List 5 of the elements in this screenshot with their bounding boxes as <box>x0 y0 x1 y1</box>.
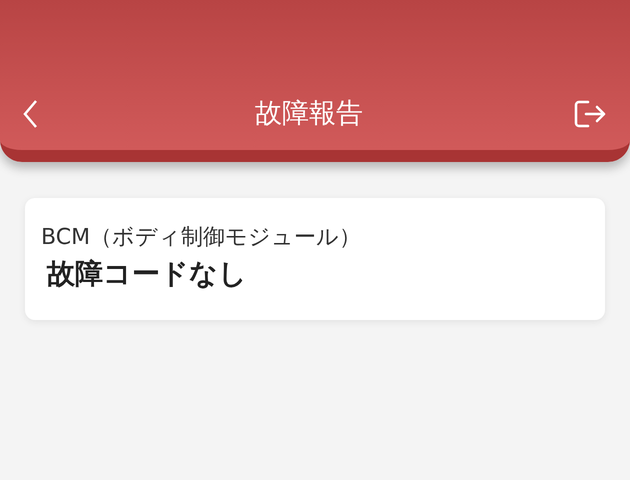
module-name: BCM（ボディ制御モジュール） <box>41 224 362 252</box>
back-icon <box>22 99 38 129</box>
page-title: 故障報告 <box>255 97 363 131</box>
logout-icon <box>574 99 606 129</box>
fault-status: 故障コードなし <box>46 256 247 292</box>
